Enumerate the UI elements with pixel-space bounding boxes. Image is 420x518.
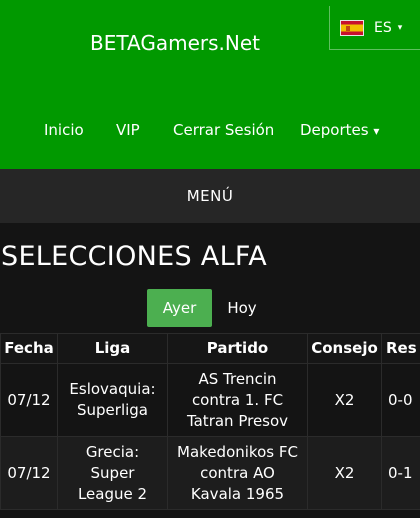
language-selector[interactable]: ES ▾ — [329, 6, 420, 50]
menu-toggle[interactable]: MENÚ — [0, 169, 420, 223]
column-header-liga: Liga — [57, 333, 168, 364]
cell-consejo: X2 — [307, 436, 382, 510]
nav-item-cerrar-sesion[interactable]: Cerrar Sesión — [173, 121, 274, 139]
cell-liga: Grecia: Super League 2 — [57, 436, 168, 510]
language-code: ES — [374, 19, 392, 36]
spain-flag-icon — [340, 19, 364, 36]
cell-res: 0-0 — [381, 363, 420, 437]
chevron-down-icon: ▾ — [373, 124, 380, 138]
site-logo-title[interactable]: BETAGamers.Net — [90, 31, 260, 55]
column-header-consejo: Consejo — [307, 333, 382, 364]
chevron-down-icon: ▾ — [397, 22, 403, 33]
nav-item-deportes[interactable]: Deportes ▾ — [300, 121, 379, 139]
cell-partido: Makedonikos FC contra AO Kavala 1965 — [167, 436, 308, 510]
picks-table: Fecha Liga Partido Consejo Res 07/12 Esl… — [0, 333, 420, 510]
cell-partido: AS Trencin contra 1. FC Tatran Presov — [167, 363, 308, 437]
nav-item-vip[interactable]: VIP — [116, 121, 140, 139]
main-nav: Inicio VIP Cerrar Sesión Deportes ▾ — [0, 121, 420, 141]
table-row: 07/12 Grecia: Super League 2 Makedonikos… — [0, 436, 420, 510]
cell-fecha: 07/12 — [0, 436, 58, 510]
nav-item-deportes-label: Deportes — [300, 121, 369, 139]
site-header: BETAGamers.Net ES ▾ Inicio VIP Cerrar Se… — [0, 0, 420, 169]
cell-liga: Eslovaquia: Superliga — [57, 363, 168, 437]
page-title: SELECCIONES ALFA — [1, 241, 268, 272]
nav-item-inicio[interactable]: Inicio — [44, 121, 84, 139]
cell-fecha: 07/12 — [0, 363, 58, 437]
cell-res: 0-1 — [381, 436, 420, 510]
tab-ayer[interactable]: Ayer — [147, 289, 212, 327]
column-header-res: Res — [381, 333, 420, 364]
menu-label: MENÚ — [186, 187, 234, 205]
table-row: 07/12 Eslovaquia: Superliga AS Trencin c… — [0, 363, 420, 437]
tab-hoy[interactable]: Hoy — [219, 289, 265, 327]
column-header-fecha: Fecha — [0, 333, 58, 364]
cell-consejo: X2 — [307, 363, 382, 437]
column-header-partido: Partido — [167, 333, 308, 364]
table-header-row: Fecha Liga Partido Consejo Res — [0, 333, 420, 364]
